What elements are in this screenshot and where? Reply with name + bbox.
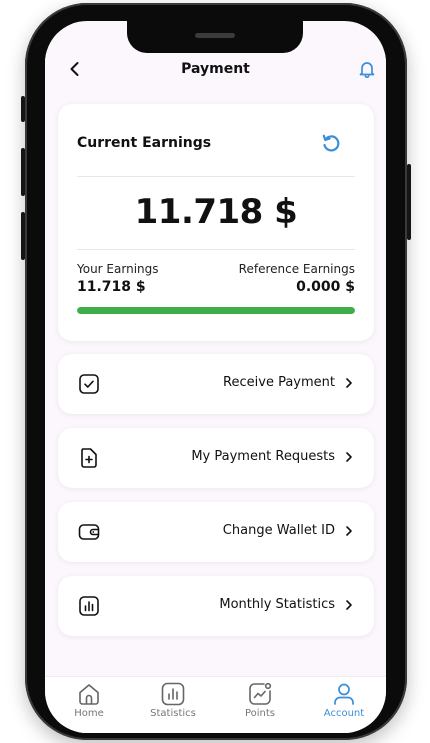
reference-earnings-value: 0.000 $ — [296, 279, 355, 295]
earnings-progress-fill — [77, 307, 355, 314]
nav-statistics[interactable]: Statistics — [138, 681, 208, 719]
receive-payment-label: Receive Payment — [223, 375, 335, 390]
phone-button-left-1 — [21, 96, 25, 122]
my-payment-requests-label: My Payment Requests — [191, 449, 335, 464]
total-earnings: 11.718 $ — [134, 192, 298, 232]
your-earnings-label: Your Earnings — [77, 262, 159, 276]
user-icon — [334, 683, 354, 705]
change-wallet-id-label: Change Wallet ID — [222, 523, 335, 538]
divider — [77, 249, 355, 250]
nav-points[interactable]: Points — [225, 681, 295, 719]
phone-button-left-3 — [21, 212, 25, 260]
nav-account-label: Account — [323, 708, 365, 719]
earnings-progress-bar — [77, 307, 355, 314]
receive-payment-row[interactable]: Receive Payment — [58, 354, 374, 414]
bell-icon[interactable] — [357, 59, 377, 79]
chevron-right-icon — [346, 452, 352, 462]
my-payment-requests-row[interactable]: My Payment Requests — [58, 428, 374, 488]
chevron-right-icon — [346, 526, 352, 536]
bar-chart-icon — [79, 596, 99, 616]
reference-earnings-label: Reference Earnings — [238, 262, 355, 276]
earnings-label: Current Earnings — [77, 135, 212, 151]
monthly-statistics-label: Monthly Statistics — [219, 597, 335, 612]
refresh-icon[interactable] — [320, 132, 342, 154]
nav-home-label: Home — [74, 708, 104, 719]
change-wallet-id-row[interactable]: Change Wallet ID — [58, 502, 374, 562]
phone-notch — [127, 21, 303, 53]
phone-button-left-2 — [21, 148, 25, 196]
nav-account[interactable]: Account — [309, 681, 379, 719]
divider — [77, 176, 355, 177]
bottom-nav: Home Statistics Points Account — [45, 676, 386, 733]
nav-points-label: Points — [244, 708, 276, 719]
earnings-card: Current Earnings 11.718 $ Your Earnings … — [58, 104, 374, 341]
speaker — [195, 33, 235, 38]
home-icon — [79, 684, 99, 705]
your-earnings-value: 11.718 $ — [77, 279, 146, 295]
statistics-icon — [161, 682, 185, 706]
page-title: Payment — [181, 61, 250, 77]
chevron-right-icon — [346, 600, 352, 610]
app-screen: Payment Current Earnings 11.718 $ Your E… — [45, 21, 386, 733]
chevron-right-icon — [346, 378, 352, 388]
file-plus-icon — [81, 448, 97, 468]
points-icon — [249, 682, 272, 705]
wallet-icon — [78, 524, 100, 540]
monthly-statistics-row[interactable]: Monthly Statistics — [58, 576, 374, 636]
nav-home[interactable]: Home — [54, 681, 124, 719]
nav-statistics-label: Statistics — [150, 708, 196, 719]
phone-button-right — [407, 164, 411, 240]
checkbox-icon — [79, 374, 99, 394]
